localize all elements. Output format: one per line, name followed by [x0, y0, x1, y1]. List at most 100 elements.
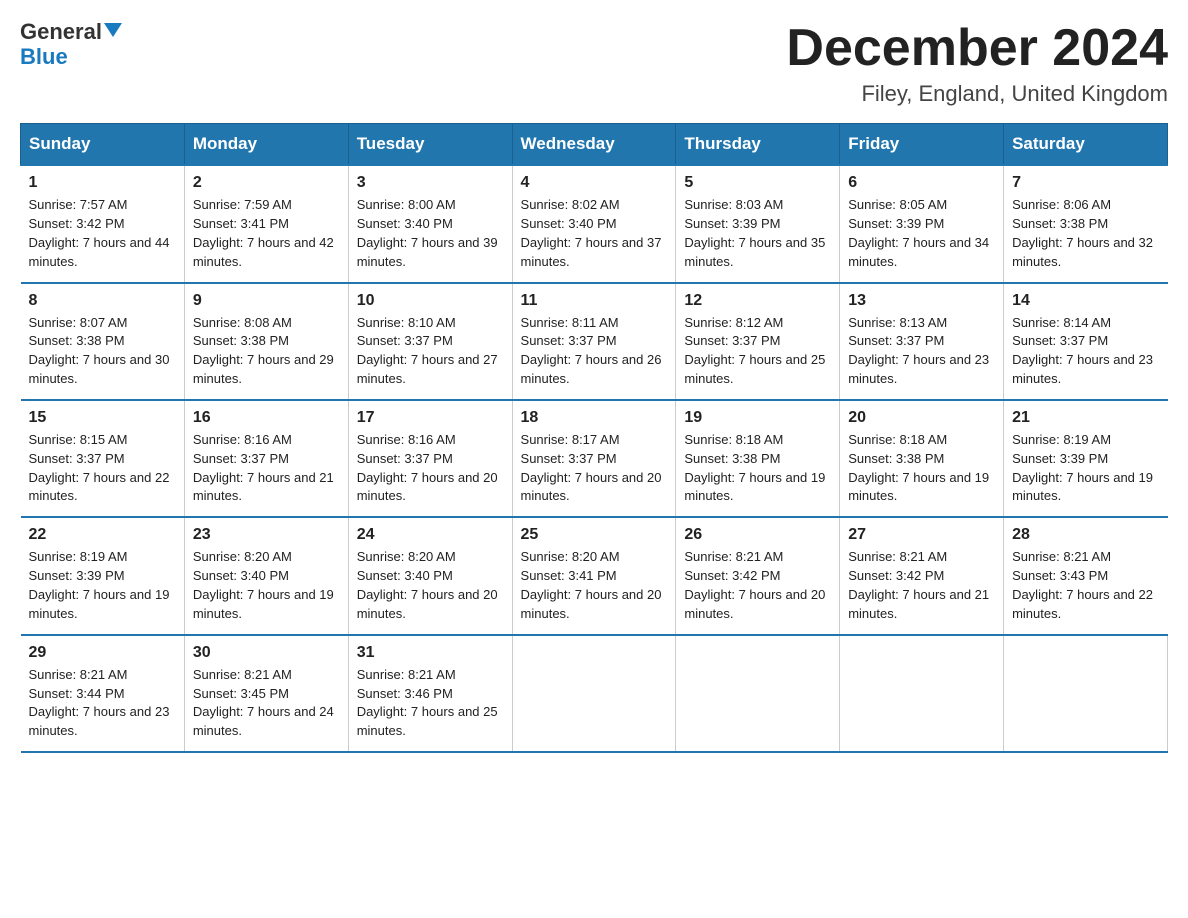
- day-number: 5: [684, 174, 831, 192]
- calendar-week-row: 29 Sunrise: 8:21 AM Sunset: 3:44 PM Dayl…: [21, 635, 1168, 752]
- calendar-day-cell: 2 Sunrise: 7:59 AM Sunset: 3:41 PM Dayli…: [184, 165, 348, 282]
- calendar-day-cell: 29 Sunrise: 8:21 AM Sunset: 3:44 PM Dayl…: [21, 635, 185, 752]
- calendar-day-cell: [840, 635, 1004, 752]
- day-info: Sunrise: 8:16 AM Sunset: 3:37 PM Dayligh…: [357, 431, 504, 506]
- column-header-wednesday: Wednesday: [512, 124, 676, 166]
- day-info: Sunrise: 8:21 AM Sunset: 3:42 PM Dayligh…: [684, 548, 831, 623]
- calendar-day-cell: 30 Sunrise: 8:21 AM Sunset: 3:45 PM Dayl…: [184, 635, 348, 752]
- calendar-day-cell: 12 Sunrise: 8:12 AM Sunset: 3:37 PM Dayl…: [676, 283, 840, 400]
- calendar-day-cell: [512, 635, 676, 752]
- day-number: 11: [521, 292, 668, 310]
- day-number: 3: [357, 174, 504, 192]
- day-info: Sunrise: 7:57 AM Sunset: 3:42 PM Dayligh…: [29, 196, 176, 271]
- day-info: Sunrise: 8:08 AM Sunset: 3:38 PM Dayligh…: [193, 314, 340, 389]
- day-info: Sunrise: 8:18 AM Sunset: 3:38 PM Dayligh…: [848, 431, 995, 506]
- day-info: Sunrise: 8:21 AM Sunset: 3:46 PM Dayligh…: [357, 666, 504, 741]
- calendar-day-cell: 22 Sunrise: 8:19 AM Sunset: 3:39 PM Dayl…: [21, 517, 185, 634]
- day-info: Sunrise: 8:17 AM Sunset: 3:37 PM Dayligh…: [521, 431, 668, 506]
- calendar-day-cell: 26 Sunrise: 8:21 AM Sunset: 3:42 PM Dayl…: [676, 517, 840, 634]
- day-number: 10: [357, 292, 504, 310]
- calendar-day-cell: 3 Sunrise: 8:00 AM Sunset: 3:40 PM Dayli…: [348, 165, 512, 282]
- column-header-sunday: Sunday: [21, 124, 185, 166]
- calendar-day-cell: 21 Sunrise: 8:19 AM Sunset: 3:39 PM Dayl…: [1004, 400, 1168, 517]
- day-number: 13: [848, 292, 995, 310]
- day-number: 22: [29, 526, 176, 544]
- calendar-day-cell: 28 Sunrise: 8:21 AM Sunset: 3:43 PM Dayl…: [1004, 517, 1168, 634]
- day-number: 16: [193, 409, 340, 427]
- day-number: 7: [1012, 174, 1159, 192]
- day-number: 28: [1012, 526, 1159, 544]
- column-header-thursday: Thursday: [676, 124, 840, 166]
- day-info: Sunrise: 8:21 AM Sunset: 3:44 PM Dayligh…: [29, 666, 176, 741]
- day-info: Sunrise: 8:07 AM Sunset: 3:38 PM Dayligh…: [29, 314, 176, 389]
- day-info: Sunrise: 8:20 AM Sunset: 3:41 PM Dayligh…: [521, 548, 668, 623]
- calendar-day-cell: 18 Sunrise: 8:17 AM Sunset: 3:37 PM Dayl…: [512, 400, 676, 517]
- calendar-day-cell: 17 Sunrise: 8:16 AM Sunset: 3:37 PM Dayl…: [348, 400, 512, 517]
- day-info: Sunrise: 7:59 AM Sunset: 3:41 PM Dayligh…: [193, 196, 340, 271]
- day-info: Sunrise: 8:02 AM Sunset: 3:40 PM Dayligh…: [521, 196, 668, 271]
- calendar-day-cell: 10 Sunrise: 8:10 AM Sunset: 3:37 PM Dayl…: [348, 283, 512, 400]
- calendar-table: SundayMondayTuesdayWednesdayThursdayFrid…: [20, 123, 1168, 753]
- day-number: 18: [521, 409, 668, 427]
- calendar-day-cell: 9 Sunrise: 8:08 AM Sunset: 3:38 PM Dayli…: [184, 283, 348, 400]
- day-number: 20: [848, 409, 995, 427]
- day-info: Sunrise: 8:15 AM Sunset: 3:37 PM Dayligh…: [29, 431, 176, 506]
- day-number: 6: [848, 174, 995, 192]
- day-info: Sunrise: 8:03 AM Sunset: 3:39 PM Dayligh…: [684, 196, 831, 271]
- month-year-title: December 2024: [786, 20, 1168, 77]
- calendar-week-row: 22 Sunrise: 8:19 AM Sunset: 3:39 PM Dayl…: [21, 517, 1168, 634]
- day-number: 8: [29, 292, 176, 310]
- day-info: Sunrise: 8:11 AM Sunset: 3:37 PM Dayligh…: [521, 314, 668, 389]
- day-number: 26: [684, 526, 831, 544]
- day-number: 27: [848, 526, 995, 544]
- calendar-day-cell: 25 Sunrise: 8:20 AM Sunset: 3:41 PM Dayl…: [512, 517, 676, 634]
- calendar-day-cell: [1004, 635, 1168, 752]
- day-number: 31: [357, 644, 504, 662]
- day-number: 15: [29, 409, 176, 427]
- calendar-day-cell: 11 Sunrise: 8:11 AM Sunset: 3:37 PM Dayl…: [512, 283, 676, 400]
- calendar-day-cell: 20 Sunrise: 8:18 AM Sunset: 3:38 PM Dayl…: [840, 400, 1004, 517]
- day-info: Sunrise: 8:19 AM Sunset: 3:39 PM Dayligh…: [1012, 431, 1159, 506]
- calendar-day-cell: 4 Sunrise: 8:02 AM Sunset: 3:40 PM Dayli…: [512, 165, 676, 282]
- day-info: Sunrise: 8:16 AM Sunset: 3:37 PM Dayligh…: [193, 431, 340, 506]
- day-number: 25: [521, 526, 668, 544]
- calendar-day-cell: 5 Sunrise: 8:03 AM Sunset: 3:39 PM Dayli…: [676, 165, 840, 282]
- day-number: 17: [357, 409, 504, 427]
- day-number: 19: [684, 409, 831, 427]
- calendar-week-row: 1 Sunrise: 7:57 AM Sunset: 3:42 PM Dayli…: [21, 165, 1168, 282]
- day-info: Sunrise: 8:20 AM Sunset: 3:40 PM Dayligh…: [193, 548, 340, 623]
- day-number: 21: [1012, 409, 1159, 427]
- day-info: Sunrise: 8:14 AM Sunset: 3:37 PM Dayligh…: [1012, 314, 1159, 389]
- calendar-body: 1 Sunrise: 7:57 AM Sunset: 3:42 PM Dayli…: [21, 165, 1168, 752]
- day-info: Sunrise: 8:21 AM Sunset: 3:43 PM Dayligh…: [1012, 548, 1159, 623]
- logo-text-general: General: [20, 20, 102, 44]
- calendar-day-cell: 24 Sunrise: 8:20 AM Sunset: 3:40 PM Dayl…: [348, 517, 512, 634]
- location-subtitle: Filey, England, United Kingdom: [786, 81, 1168, 107]
- calendar-day-cell: 23 Sunrise: 8:20 AM Sunset: 3:40 PM Dayl…: [184, 517, 348, 634]
- calendar-day-cell: 31 Sunrise: 8:21 AM Sunset: 3:46 PM Dayl…: [348, 635, 512, 752]
- calendar-day-cell: 16 Sunrise: 8:16 AM Sunset: 3:37 PM Dayl…: [184, 400, 348, 517]
- page-header: General Blue December 2024 Filey, Englan…: [20, 20, 1168, 107]
- day-info: Sunrise: 8:10 AM Sunset: 3:37 PM Dayligh…: [357, 314, 504, 389]
- day-info: Sunrise: 8:21 AM Sunset: 3:42 PM Dayligh…: [848, 548, 995, 623]
- day-info: Sunrise: 8:20 AM Sunset: 3:40 PM Dayligh…: [357, 548, 504, 623]
- calendar-day-cell: 8 Sunrise: 8:07 AM Sunset: 3:38 PM Dayli…: [21, 283, 185, 400]
- calendar-day-cell: 6 Sunrise: 8:05 AM Sunset: 3:39 PM Dayli…: [840, 165, 1004, 282]
- day-info: Sunrise: 8:19 AM Sunset: 3:39 PM Dayligh…: [29, 548, 176, 623]
- day-info: Sunrise: 8:18 AM Sunset: 3:38 PM Dayligh…: [684, 431, 831, 506]
- day-info: Sunrise: 8:00 AM Sunset: 3:40 PM Dayligh…: [357, 196, 504, 271]
- calendar-day-cell: 19 Sunrise: 8:18 AM Sunset: 3:38 PM Dayl…: [676, 400, 840, 517]
- column-header-monday: Monday: [184, 124, 348, 166]
- day-number: 12: [684, 292, 831, 310]
- title-block: December 2024 Filey, England, United Kin…: [786, 20, 1168, 107]
- day-info: Sunrise: 8:05 AM Sunset: 3:39 PM Dayligh…: [848, 196, 995, 271]
- day-number: 9: [193, 292, 340, 310]
- day-number: 24: [357, 526, 504, 544]
- calendar-day-cell: 15 Sunrise: 8:15 AM Sunset: 3:37 PM Dayl…: [21, 400, 185, 517]
- calendar-day-cell: 13 Sunrise: 8:13 AM Sunset: 3:37 PM Dayl…: [840, 283, 1004, 400]
- calendar-day-cell: 1 Sunrise: 7:57 AM Sunset: 3:42 PM Dayli…: [21, 165, 185, 282]
- logo-text-blue: Blue: [20, 44, 68, 70]
- calendar-week-row: 8 Sunrise: 8:07 AM Sunset: 3:38 PM Dayli…: [21, 283, 1168, 400]
- day-number: 1: [29, 174, 176, 192]
- calendar-day-cell: 27 Sunrise: 8:21 AM Sunset: 3:42 PM Dayl…: [840, 517, 1004, 634]
